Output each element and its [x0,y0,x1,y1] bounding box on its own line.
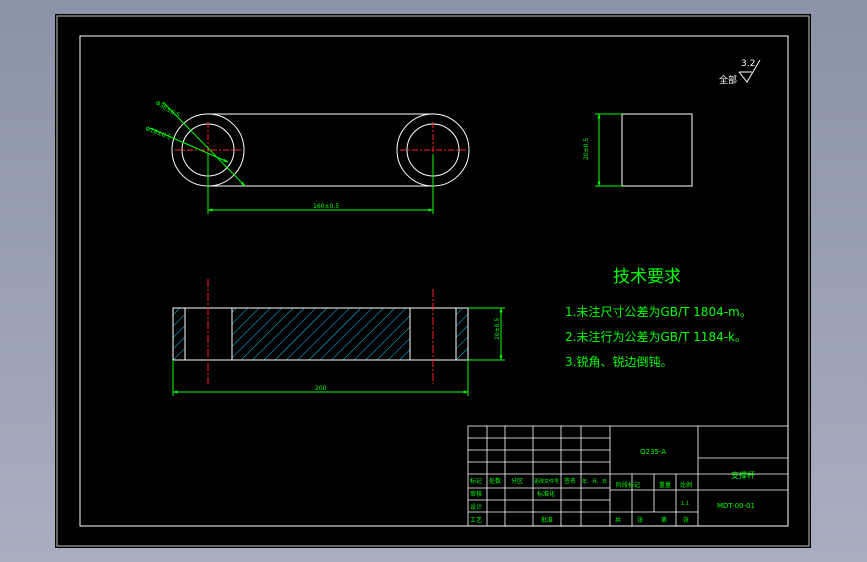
tb-material: Q235-A [640,448,666,456]
section-view [172,279,469,384]
dim-center-distance: 160±0.5 [313,203,339,210]
tb-sheet-0: 共 [615,516,621,524]
tb-drawing-no: MDT-00-01 [717,502,755,510]
tb-standardize: 标准化 [537,490,555,498]
tb-rev-header-3: 更改文件号 [534,478,559,485]
dim-outer-diameter: Φ36±0.5 [154,100,181,120]
tb-stage-header-1: 重量 [659,481,671,489]
tb-role-review: 审核 [470,490,482,498]
side-height-dim [595,113,622,187]
tb-rev-header-1: 处数 [489,477,501,485]
tb-stage-header-2: 比例 [680,481,692,489]
tb-stage-header-0: 阶段标记 [616,481,640,489]
tech-req-item-3: 3.锐角、锐边倒钝。 [565,355,672,369]
tb-part-name: 支撑杆 [731,470,755,480]
top-view-centerlines [175,122,466,178]
dim-side-height: 20±0.5 [583,138,590,160]
dim-overall-length: 200 [315,385,327,392]
side-view [621,113,693,187]
tb-rev-header-5: 年、月、日 [582,478,607,485]
drawing-canvas: 全部 3.2 Φ36±0.5 Φ18±0.5 160±0.5 20±0.5 20… [56,15,810,547]
tb-scale: 1:1 [681,501,689,507]
tech-req-item-2: 2.未注行为公差为GB/T 1184-k。 [565,329,747,344]
tb-rev-header-0: 标记 [470,477,482,485]
dim-section-height: 20±0.5 [494,318,501,340]
tb-role-design: 设计 [470,503,482,511]
tb-sheet-2: 第 [661,516,667,524]
drawing-border [79,35,789,527]
side-view-rect [621,113,693,187]
tb-role-process: 工艺 [470,516,482,524]
tb-rev-header-4: 签名 [564,477,576,485]
title-block-text: Q235-A 支撑杆 MDT-00-01 1:1 标记 处数 分区 更改文件号 … [470,448,755,524]
tb-rev-header-2: 分区 [511,477,523,485]
roughness-prefix: 全部 [719,74,737,86]
cad-drawing-viewport[interactable]: 全部 3.2 Φ36±0.5 Φ18±0.5 160±0.5 20±0.5 20… [55,14,811,548]
dim-inner-diameter: Φ18±0.5 [144,125,172,141]
outer-sheet-frame [56,15,810,547]
tech-requirements: 技术要求 1.未注尺寸公差为GB/T 1804-m。 2.未注行为公差为GB/T… [565,267,752,369]
tb-approve: 批准 [541,516,553,524]
roughness-value: 3.2 [741,59,755,69]
tb-sheet-1: 张 [637,516,643,524]
tech-req-title: 技术要求 [613,267,681,287]
tech-req-item-1: 1.未注尺寸公差为GB/T 1804-m。 [565,304,752,319]
tb-sheet-3: 张 [683,516,689,524]
roughness-symbol: 全部 3.2 [719,59,761,86]
